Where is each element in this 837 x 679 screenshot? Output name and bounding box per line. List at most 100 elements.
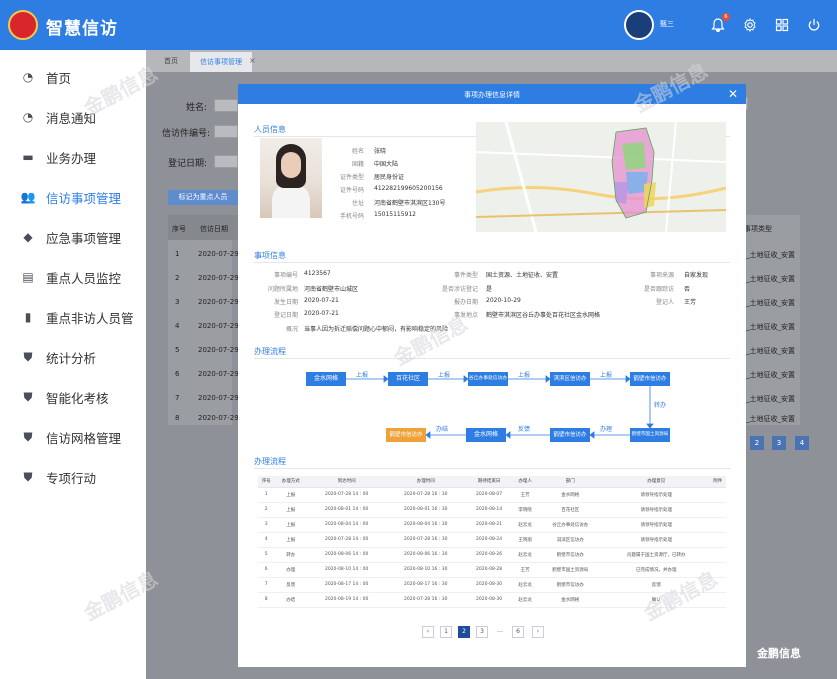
sidebar-item-grid[interactable]: ⛊ 信访网格管理 bbox=[0, 423, 146, 451]
sidebar-item-label: 专项行动 bbox=[46, 470, 97, 486]
process-table: 序号 办理方式 到达时间 办理时间 期待结束日 办理人 部门 办理意见 附件 1… bbox=[258, 476, 726, 608]
flow-action: 办结 bbox=[436, 426, 449, 433]
table-row: 8 办结 2020-08-19 14 : 00 2020-07-28 16 : 30 2… bbox=[258, 592, 726, 608]
table-cell: 办结 bbox=[274, 592, 308, 608]
matter-section-title: 事项信息 bbox=[254, 251, 286, 260]
petition-no-label: 信访件编号: bbox=[162, 129, 211, 139]
table-cell bbox=[709, 487, 726, 503]
tab-close-icon[interactable]: × bbox=[249, 56, 256, 65]
table-cell bbox=[709, 577, 726, 593]
table-cell: 鹤壁市国土资源局 bbox=[537, 562, 604, 578]
field-value: 河南省鹤壁市山城区 bbox=[304, 286, 359, 293]
table-cell: 2020-08-30 bbox=[465, 577, 513, 593]
table-cell: 赵云龙 bbox=[512, 517, 538, 533]
username[interactable]: 甄三 bbox=[660, 19, 674, 29]
table-cell: 上报 bbox=[274, 517, 308, 533]
row-type: _土地征收_安置 bbox=[746, 371, 795, 379]
table-cell: 2020-08-28 bbox=[465, 562, 513, 578]
flow-node: 淇滨区信访办 bbox=[550, 372, 590, 386]
field-key: 事项编号 bbox=[273, 272, 298, 279]
field-value: 是 bbox=[486, 286, 493, 293]
sidebar-item-emergency[interactable]: ◆ 应急事项管理 bbox=[0, 223, 146, 251]
name-input[interactable] bbox=[214, 99, 238, 112]
field-key: 事件类型 bbox=[453, 272, 478, 279]
field-value: 2020-07-21 bbox=[304, 297, 339, 304]
table-cell bbox=[709, 517, 726, 533]
pager-page-button[interactable]: 3 bbox=[476, 626, 488, 638]
flow-node: 鹤壁市国土资源局 bbox=[630, 428, 670, 442]
table-cell: 上报 bbox=[274, 502, 308, 518]
row-type: _土地征收_安置 bbox=[746, 347, 795, 355]
table-cell bbox=[709, 532, 726, 548]
table-cell: 2020-07-28 14 : 00 bbox=[307, 487, 387, 503]
field-key: 住址 bbox=[351, 200, 364, 207]
table-cell: 鹤壁市信访办 bbox=[537, 547, 604, 563]
grid-apps-icon[interactable] bbox=[772, 15, 792, 35]
table-cell: 请领导指示处理 bbox=[603, 532, 710, 548]
table-cell: 请领导指示处理 bbox=[603, 502, 710, 518]
sidebar-item-key-person[interactable]: ▤ 重点人员监控 bbox=[0, 263, 146, 291]
row-type: _土地征收_安置 bbox=[746, 415, 795, 423]
table-cell: 1 bbox=[258, 487, 275, 503]
table-cell: 7 bbox=[258, 577, 275, 593]
field-value: 国土资源、土地征收、安置 bbox=[486, 272, 559, 279]
field-value: 居民身份证 bbox=[374, 174, 405, 181]
close-icon[interactable]: ✕ bbox=[728, 87, 738, 101]
table-cell: 上报 bbox=[274, 532, 308, 548]
table-cell: 5 bbox=[258, 547, 275, 563]
breadcrumb[interactable]: 首页 bbox=[164, 56, 178, 66]
gear-icon[interactable] bbox=[740, 15, 760, 35]
sidebar-item-non-petition[interactable]: ▮ 重点非访人员管 bbox=[0, 303, 146, 331]
table-cell: 赵云龙 bbox=[512, 547, 538, 563]
pager-prev-button[interactable]: ‹ bbox=[422, 626, 434, 638]
flow-action: 上报 bbox=[356, 372, 369, 379]
sidebar-item-special-action[interactable]: ⛊ 专项行动 bbox=[0, 463, 146, 491]
row-no: 3 bbox=[175, 298, 180, 306]
sidebar-item-statistics[interactable]: ⛊ 统计分析 bbox=[0, 343, 146, 371]
table-cell: 8 bbox=[258, 592, 275, 608]
location-map[interactable] bbox=[476, 122, 726, 232]
sidebar: ◔ 首页 ◔ 消息通知 ▬ 业务办理 👥 信访事项管理 ◆ 应急事项管理 ▤ 重点人员监控 … bbox=[0, 50, 146, 679]
sidebar-item-home[interactable]: ◔ 首页 bbox=[0, 63, 146, 91]
divider bbox=[254, 358, 730, 359]
field-key: 证件号码 bbox=[339, 187, 364, 194]
table-cell: 确认 bbox=[603, 592, 710, 608]
table-cell: 2020-08-10 16 : 30 bbox=[386, 562, 466, 578]
dashboard-icon: ◔ bbox=[22, 70, 34, 84]
pager-ellipsis: … bbox=[494, 626, 506, 638]
field-value: 河南省鹤壁市淇滨区130号 bbox=[374, 200, 446, 207]
field-value: 鹤壁市淇滨区谷丘办事处百花社区金水网格 bbox=[486, 312, 601, 319]
pager-page-button[interactable]: 6 bbox=[512, 626, 524, 638]
sidebar-item-label: 应急事项管理 bbox=[46, 230, 122, 246]
pager-next-button[interactable]: › bbox=[532, 626, 544, 638]
power-icon[interactable] bbox=[804, 15, 824, 35]
table-cell: 4 bbox=[258, 532, 275, 548]
sidebar-item-business[interactable]: ▬ 业务办理 bbox=[0, 143, 146, 171]
page-button[interactable]: 4 bbox=[795, 436, 809, 450]
page-button[interactable]: 2 bbox=[750, 436, 764, 450]
row-date: 2020-07-29 bbox=[198, 322, 239, 330]
field-key: 事项来源 bbox=[649, 272, 674, 279]
mark-key-person-button[interactable]: 标记为重点人员 bbox=[168, 190, 238, 205]
row-type: _土地征收_安置 bbox=[746, 275, 795, 283]
shield-icon: ⛊ bbox=[23, 349, 33, 364]
page-button[interactable]: 3 bbox=[772, 436, 786, 450]
tab-petition-management[interactable]: 信访事项管理 bbox=[190, 52, 252, 72]
sidebar-item-label: 首页 bbox=[46, 70, 72, 86]
divider bbox=[254, 262, 730, 263]
table-cell: 2020-07-28 14 : 00 bbox=[307, 532, 387, 548]
sidebar-item-messages[interactable]: ◔ 消息通知 bbox=[0, 103, 146, 131]
table-cell: 2 bbox=[258, 502, 275, 518]
sidebar-item-petition-management[interactable]: 👥 信访事项管理 bbox=[0, 183, 146, 211]
col-header-no: 序号 bbox=[172, 225, 186, 233]
pager-page-button[interactable]: 1 bbox=[440, 626, 452, 638]
sidebar-item-label: 业务办理 bbox=[46, 150, 97, 166]
user-avatar[interactable] bbox=[624, 10, 654, 40]
petition-no-input[interactable] bbox=[214, 125, 238, 138]
date-input[interactable] bbox=[214, 155, 238, 168]
process-table-body: 1 上报 2020-07-28 14 : 00 2020-07-28 16 : 30 2… bbox=[258, 487, 726, 608]
table-cell: 问题属于国土资源厅，已转办 bbox=[603, 547, 710, 563]
pager-page-button-active[interactable]: 2 bbox=[458, 626, 470, 638]
sidebar-item-assessment[interactable]: ⛊ 智能化考核 bbox=[0, 383, 146, 411]
watermark-bottom: 金鹏信息 bbox=[757, 647, 801, 660]
